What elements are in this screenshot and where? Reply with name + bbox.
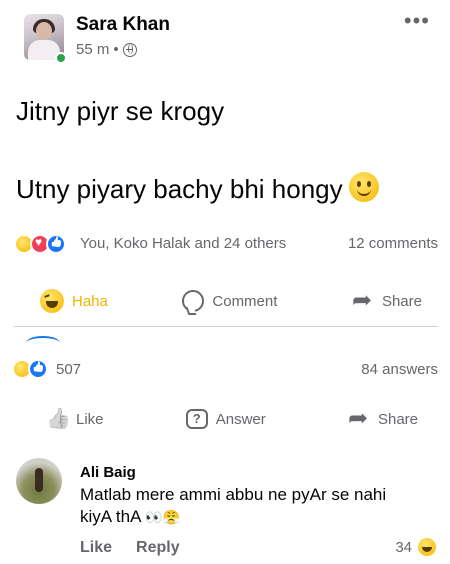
reaction-names[interactable]: You, Koko Halak and 24 others bbox=[80, 235, 286, 252]
post-text-line-1: Jitny piyr se krogy bbox=[16, 96, 225, 126]
answer-action-bar: Like ? Answer Share bbox=[14, 404, 438, 434]
haha-button[interactable]: Haha bbox=[40, 289, 108, 313]
commenter-name[interactable]: Ali Baig bbox=[80, 464, 136, 481]
author-name[interactable]: Sara Khan bbox=[76, 14, 170, 36]
online-status-dot bbox=[55, 52, 67, 64]
post-meta: 55 m • bbox=[76, 41, 137, 58]
comment-item: Ali Baig Matlab mere ammi abbu ne pyAr s… bbox=[16, 454, 440, 557]
comment-label: Comment bbox=[212, 292, 278, 310]
comment-reply-button[interactable]: Reply bbox=[136, 539, 180, 557]
post-time[interactable]: 55 m bbox=[76, 41, 109, 58]
answer-reaction-count[interactable]: 507 bbox=[56, 361, 81, 378]
comment-like-button[interactable]: Like bbox=[80, 539, 112, 557]
comment-reaction-count: 34 bbox=[395, 538, 412, 556]
divider bbox=[14, 326, 438, 327]
more-options-icon[interactable]: ••• bbox=[404, 10, 430, 32]
comment-emojis: 👀😤 bbox=[145, 509, 181, 525]
avatar-face bbox=[36, 22, 52, 40]
reaction-icons bbox=[14, 234, 80, 254]
answers-count[interactable]: 84 answers bbox=[361, 361, 438, 378]
meta-separator: • bbox=[113, 41, 119, 58]
share-answer-button[interactable]: Share bbox=[348, 404, 418, 432]
answer-label: Answer bbox=[215, 410, 266, 428]
comment-icon bbox=[182, 290, 205, 312]
haha-label: Haha bbox=[72, 292, 108, 310]
answer-reaction-icons bbox=[12, 359, 56, 379]
comment-actions: Like Reply bbox=[80, 539, 180, 557]
comments-count[interactable]: 12 comments bbox=[348, 235, 438, 252]
smile-emoji-icon bbox=[348, 172, 379, 202]
share-label: Share bbox=[381, 292, 422, 310]
comment-reactions[interactable]: 34 bbox=[395, 538, 436, 556]
like-button[interactable]: Like bbox=[46, 408, 104, 430]
question-mark-icon: ? bbox=[185, 409, 208, 429]
post-text-line-2: Utny piyary bachy bhi hongy bbox=[16, 172, 379, 205]
loading-arc-icon bbox=[26, 336, 60, 350]
post-text-line-2-content: Utny piyary bachy bhi hongy bbox=[16, 174, 343, 204]
share-answer-label: Share bbox=[377, 410, 418, 428]
share-icon bbox=[352, 286, 374, 314]
reaction-summary[interactable]: You, Koko Halak and 24 others 12 comment… bbox=[14, 232, 438, 256]
globe-icon bbox=[122, 42, 137, 57]
comment-button[interactable]: Comment bbox=[182, 290, 277, 312]
post-action-bar: Haha Comment Share bbox=[14, 286, 438, 316]
like-reaction-icon bbox=[28, 359, 48, 379]
post-header: Sara Khan 55 m • ••• bbox=[16, 10, 436, 66]
comment-body: Matlab mere ammi abbu ne pyAr se nahi ki… bbox=[80, 485, 387, 526]
like-reaction-icon bbox=[46, 234, 66, 254]
commenter-avatar[interactable] bbox=[16, 458, 62, 504]
haha-reaction-icon bbox=[418, 538, 436, 556]
share-icon bbox=[348, 404, 370, 432]
answers-summary[interactable]: 507 84 answers bbox=[12, 358, 438, 380]
like-label: Like bbox=[76, 410, 104, 428]
share-button[interactable]: Share bbox=[352, 286, 422, 314]
comment-text: Matlab mere ammi abbu ne pyAr se nahi ki… bbox=[80, 484, 420, 528]
thumbs-up-icon bbox=[46, 408, 68, 430]
haha-icon bbox=[40, 289, 64, 313]
answer-button[interactable]: ? Answer bbox=[185, 409, 266, 429]
